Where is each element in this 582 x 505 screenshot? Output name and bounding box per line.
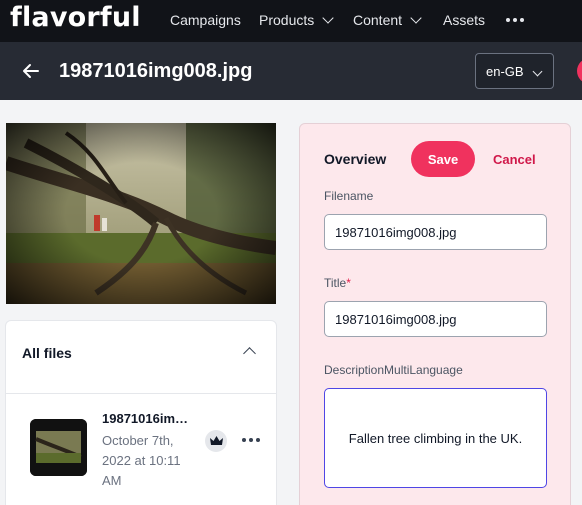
file-name: 19871016im… xyxy=(102,411,189,426)
cancel-button[interactable]: Cancel xyxy=(493,152,536,167)
brand-logo[interactable]: flavorful xyxy=(10,2,141,33)
filename-value: 19871016img008.jpg xyxy=(335,224,457,240)
fallen-tree-photo xyxy=(6,123,276,304)
top-nav: flavorful Campaigns Products Content Ass… xyxy=(0,0,582,42)
filename-label: Filename xyxy=(324,189,374,203)
asset-header: 19871016img008.jpg en-GB xyxy=(0,42,582,100)
more-horizontal-icon[interactable] xyxy=(242,438,260,442)
description-value: Fallen tree climbing in the UK. xyxy=(348,430,523,446)
crown-icon[interactable] xyxy=(205,430,227,452)
required-mark: * xyxy=(346,276,351,290)
nav-assets[interactable]: Assets xyxy=(443,12,485,28)
nav-products[interactable]: Products xyxy=(259,12,334,28)
avatar[interactable] xyxy=(577,58,582,84)
arrow-left-icon[interactable] xyxy=(22,62,40,80)
language-select[interactable]: en-GB xyxy=(475,53,554,89)
chevron-down-icon xyxy=(322,12,334,24)
fallen-tree-thumbnail xyxy=(30,419,87,476)
page-title: 19871016img008.jpg xyxy=(59,60,253,82)
chevron-up-icon[interactable] xyxy=(243,347,256,360)
nav-assets-label: Assets xyxy=(443,12,486,28)
overview-panel: Overview Save Cancel Filename 19871016im… xyxy=(299,123,571,505)
title-field[interactable]: 19871016img008.jpg xyxy=(324,301,547,337)
more-horizontal-icon[interactable] xyxy=(506,18,524,22)
chevron-down-icon xyxy=(532,66,543,77)
nav-campaigns[interactable]: Campaigns xyxy=(170,12,241,28)
nav-content-label: Content xyxy=(353,12,403,28)
description-label: DescriptionMultiLanguage xyxy=(324,363,463,377)
save-button[interactable]: Save xyxy=(411,141,475,177)
all-files-panel: All files 19871016im… October 7th, 2022 … xyxy=(5,320,277,505)
file-thumbnail xyxy=(30,419,87,476)
description-field[interactable]: Fallen tree climbing in the UK. xyxy=(324,388,547,488)
language-select-value: en-GB xyxy=(486,63,524,79)
nav-campaigns-label: Campaigns xyxy=(170,12,241,28)
image-preview xyxy=(6,123,276,304)
filename-field[interactable]: 19871016img008.jpg xyxy=(324,214,547,250)
title-label-text: Title xyxy=(324,276,347,290)
nav-content[interactable]: Content xyxy=(353,12,422,28)
chevron-down-icon xyxy=(410,12,422,24)
file-date: October 7th, 2022 at 10:11 AM xyxy=(102,433,181,488)
divider xyxy=(6,393,276,394)
all-files-title: All files xyxy=(22,345,72,361)
title-label: Title* xyxy=(324,276,351,290)
title-value: 19871016img008.jpg xyxy=(335,311,457,327)
overview-title: Overview xyxy=(324,151,387,167)
nav-products-label: Products xyxy=(259,12,315,28)
